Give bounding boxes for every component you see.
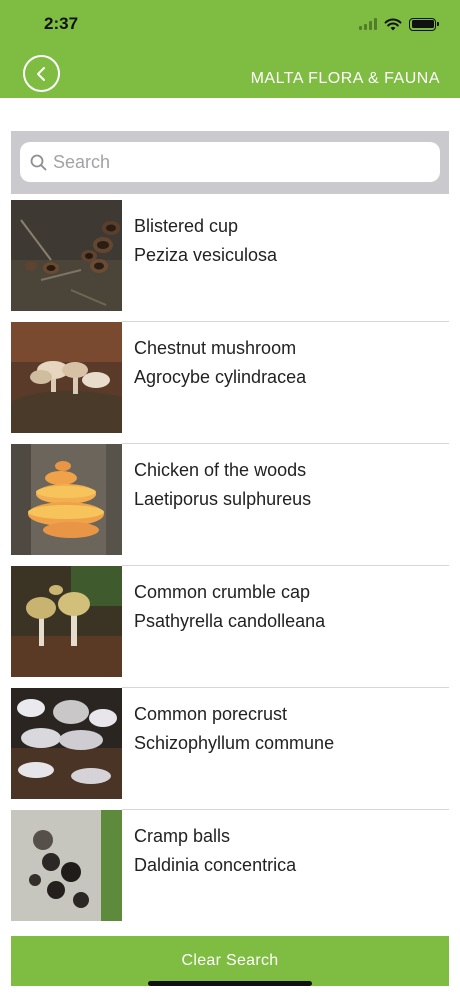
- latin-name: Schizophyllum commune: [134, 733, 335, 753]
- list-item-text: Chestnut mushroom Agrocybe cylindracea: [122, 322, 306, 444]
- common-name: Cramp balls: [134, 826, 231, 846]
- species-list: Blistered cup Peziza vesiculosa Chestnut…: [11, 200, 449, 932]
- common-name: Blistered cup: [134, 216, 239, 236]
- species-thumbnail: [11, 322, 122, 433]
- list-item-text: Cramp balls Daldinia concentrica: [122, 810, 296, 932]
- search-field[interactable]: [20, 142, 440, 182]
- common-name: Common crumble cap: [134, 582, 311, 602]
- signal-icon: [359, 18, 377, 30]
- battery-icon: [409, 17, 439, 31]
- list-item[interactable]: Common porecrust Schizophyllum commune: [11, 688, 449, 810]
- latin-name: Laetiporus sulphureus: [134, 489, 312, 509]
- species-thumbnail: [11, 444, 122, 555]
- list-item[interactable]: Blistered cup Peziza vesiculosa: [11, 200, 449, 322]
- list-item-text: Common porecrust Schizophyllum commune: [122, 688, 334, 810]
- latin-name: Peziza vesiculosa: [134, 245, 278, 265]
- back-button[interactable]: [23, 55, 60, 92]
- latin-name: Agrocybe cylindracea: [134, 367, 307, 387]
- status-icons: [359, 16, 439, 32]
- list-item-text: Chicken of the woods Laetiporus sulphure…: [122, 444, 311, 566]
- species-thumbnail: [11, 810, 122, 921]
- search-input[interactable]: [53, 143, 433, 181]
- list-item-text: Common crumble cap Psathyrella candollea…: [122, 566, 325, 688]
- header-bar: 2:37 MALTA FLORA & FAUNA: [0, 0, 460, 98]
- clear-search-button[interactable]: Clear Search: [11, 936, 449, 986]
- list-item[interactable]: Cramp balls Daldinia concentrica: [11, 810, 449, 932]
- common-name: Chicken of the woods: [134, 460, 307, 480]
- nav-title: MALTA FLORA & FAUNA: [250, 70, 440, 87]
- list-item[interactable]: Chicken of the woods Laetiporus sulphure…: [11, 444, 449, 566]
- list-item[interactable]: Common crumble cap Psathyrella candollea…: [11, 566, 449, 688]
- common-name: Chestnut mushroom: [134, 338, 297, 358]
- species-thumbnail: [11, 566, 122, 677]
- search-bar: [11, 131, 449, 194]
- common-name: Common porecrust: [134, 704, 288, 724]
- latin-name: Psathyrella candolleana: [134, 611, 326, 631]
- back-chevron-icon: [36, 66, 45, 81]
- status-time: 2:37: [44, 14, 79, 33]
- latin-name: Daldinia concentrica: [134, 855, 297, 875]
- screen: 2:37 MALTA FLORA & FAUNA Search Blistere…: [0, 0, 460, 996]
- species-thumbnail: [11, 688, 122, 799]
- search-icon: [29, 153, 47, 171]
- wifi-icon: [384, 18, 402, 30]
- list-item-text: Blistered cup Peziza vesiculosa: [122, 200, 277, 322]
- species-thumbnail: [11, 200, 122, 311]
- home-indicator: [148, 981, 312, 986]
- list-item[interactable]: Chestnut mushroom Agrocybe cylindracea: [11, 322, 449, 444]
